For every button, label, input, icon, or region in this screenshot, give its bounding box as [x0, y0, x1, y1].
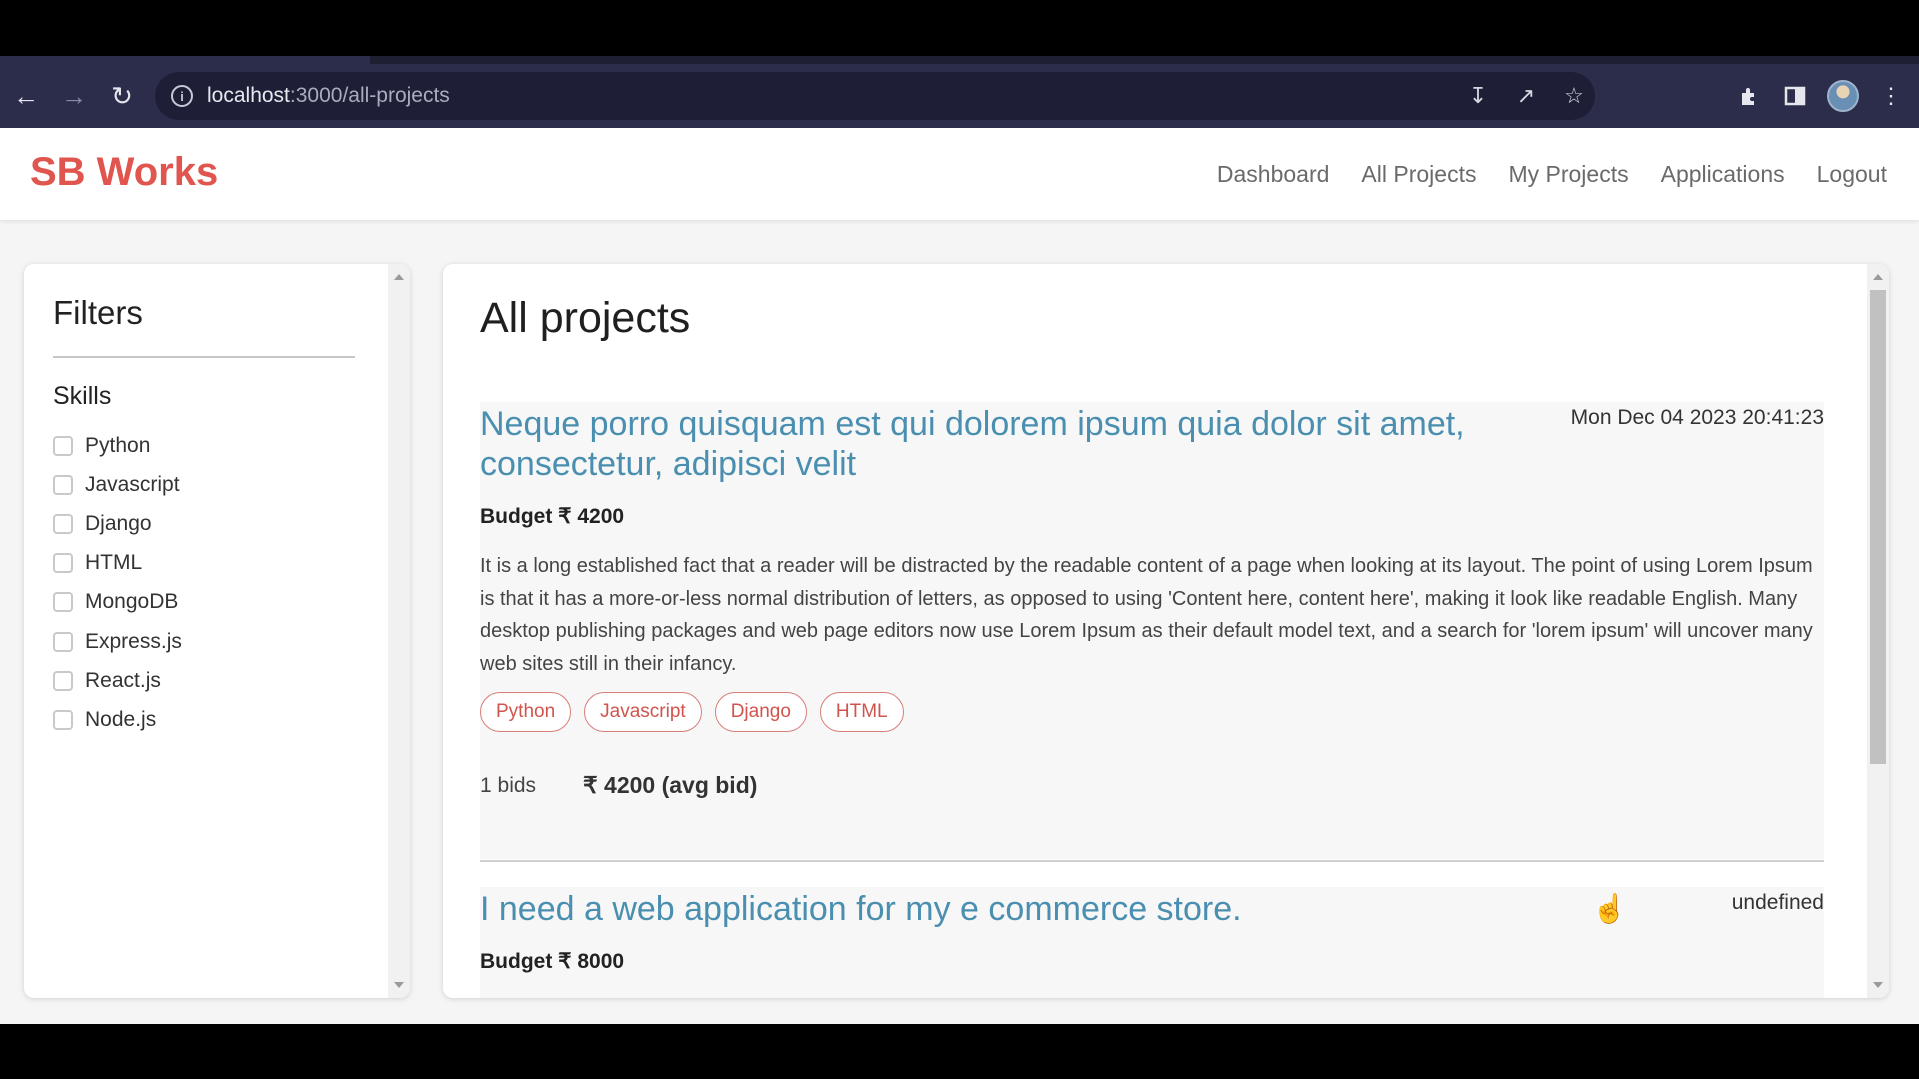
star-icon[interactable]: ☆: [1561, 83, 1587, 109]
skill-label: Node.js: [85, 707, 157, 731]
scroll-down-icon[interactable]: [1873, 982, 1883, 988]
projects-panel: All projects Neque porro quisquam est qu…: [443, 264, 1889, 998]
checkbox[interactable]: [53, 709, 73, 730]
project-budget: Budget ₹ 4200: [480, 505, 625, 528]
filters-divider: [53, 356, 355, 358]
skill-filter-html[interactable]: HTML: [53, 544, 182, 583]
checkbox[interactable]: [53, 474, 73, 495]
checkbox[interactable]: [53, 513, 73, 534]
nav-dashboard[interactable]: Dashboard: [1217, 161, 1330, 188]
nav-logout[interactable]: Logout: [1817, 161, 1887, 188]
bid-count: 1 bids: [480, 774, 537, 797]
project-date: Mon Dec 04 2023 20:41:23: [1570, 406, 1824, 429]
project-budget: Budget ₹ 8000: [480, 950, 625, 973]
profile-avatar[interactable]: [1827, 80, 1859, 112]
skill-label: React.js: [85, 668, 161, 692]
skill-tag: HTML: [819, 692, 904, 732]
nav-my-projects[interactable]: My Projects: [1508, 161, 1628, 188]
page-viewport: SB Works Dashboard All Projects My Proje…: [0, 128, 1919, 1024]
filters-panel: Filters Skills Python Javascript Django …: [24, 264, 410, 998]
project-title[interactable]: Neque porro quisquam est qui dolorem ips…: [480, 404, 1530, 484]
skill-tag: Javascript: [584, 692, 702, 732]
app-header: SB Works Dashboard All Projects My Proje…: [0, 128, 1919, 220]
filters-title: Filters: [53, 294, 143, 331]
reload-icon[interactable]: ↻: [98, 72, 146, 120]
project-skill-tags: Python Javascript Django HTML: [480, 692, 904, 732]
project-title[interactable]: I need a web application for my e commer…: [480, 889, 1530, 929]
filters-scrollbar[interactable]: [388, 264, 410, 998]
checkbox[interactable]: [53, 592, 73, 613]
skills-list: Python Javascript Django HTML MongoDB Ex…: [53, 426, 182, 740]
install-icon[interactable]: ↧: [1465, 83, 1491, 109]
skill-filter-python[interactable]: Python: [53, 426, 182, 465]
scrollbar-thumb[interactable]: [1870, 290, 1886, 764]
checkbox[interactable]: [53, 553, 73, 574]
url-host: localhost: [207, 84, 290, 107]
skill-filter-django[interactable]: Django: [53, 504, 182, 543]
active-tab[interactable]: [0, 56, 370, 64]
nav-all-projects[interactable]: All Projects: [1361, 161, 1476, 188]
kebab-menu-icon[interactable]: ⋮: [1877, 82, 1905, 110]
brand-logo[interactable]: SB Works: [30, 150, 218, 195]
checkbox[interactable]: [53, 435, 73, 456]
skill-filter-mongodb[interactable]: MongoDB: [53, 583, 182, 622]
skills-heading: Skills: [53, 382, 112, 410]
hand-cursor-icon: ☝: [1592, 893, 1627, 924]
info-icon[interactable]: i: [171, 85, 193, 107]
forward-arrow-icon[interactable]: →: [50, 72, 98, 120]
project-card[interactable]: Neque porro quisquam est qui dolorem ips…: [480, 402, 1824, 859]
project-divider: [480, 860, 1824, 862]
browser-toolbar: ← → ↻ i localhost:3000/all-projects ↧ ↗ …: [0, 64, 1919, 128]
skill-label: HTML: [85, 551, 143, 575]
average-bid: ₹ 4200 (avg bid): [583, 772, 758, 798]
url-text[interactable]: localhost:3000/all-projects: [207, 84, 450, 108]
skill-filter-reactjs[interactable]: React.js: [53, 661, 182, 700]
scroll-up-icon[interactable]: [1873, 274, 1883, 280]
skill-tag: Python: [480, 692, 572, 732]
checkbox[interactable]: [53, 631, 73, 652]
url-path: :3000/all-projects: [289, 84, 450, 107]
scroll-down-icon[interactable]: [394, 982, 404, 988]
share-icon[interactable]: ↗: [1513, 83, 1539, 109]
skill-label: Express.js: [85, 629, 182, 653]
back-arrow-icon[interactable]: ←: [2, 72, 50, 120]
page-title: All projects: [480, 294, 691, 342]
project-date: undefined: [1731, 891, 1824, 914]
skill-filter-nodejs[interactable]: Node.js: [53, 700, 182, 739]
projects-scrollbar[interactable]: [1867, 264, 1889, 998]
screen-border-top: [0, 0, 1919, 56]
skill-label: Javascript: [85, 472, 180, 496]
nav-applications[interactable]: Applications: [1661, 161, 1785, 188]
main-nav: Dashboard All Projects My Projects Appli…: [1217, 128, 1887, 220]
skill-label: Python: [85, 433, 151, 457]
skill-tag: Django: [714, 692, 807, 732]
scroll-up-icon[interactable]: [394, 274, 404, 280]
side-panel-icon[interactable]: [1781, 82, 1809, 110]
skill-label: Django: [85, 511, 152, 535]
skill-label: MongoDB: [85, 590, 179, 614]
checkbox[interactable]: [53, 670, 73, 691]
address-bar[interactable]: i localhost:3000/all-projects ↧ ↗ ☆: [155, 72, 1595, 120]
screen-border-bottom: [0, 1024, 1919, 1079]
skill-filter-expressjs[interactable]: Express.js: [53, 622, 182, 661]
project-description: It is a long established fact that a rea…: [480, 555, 1813, 675]
puzzle-icon[interactable]: [1735, 82, 1763, 110]
skill-filter-javascript[interactable]: Javascript: [53, 465, 182, 504]
